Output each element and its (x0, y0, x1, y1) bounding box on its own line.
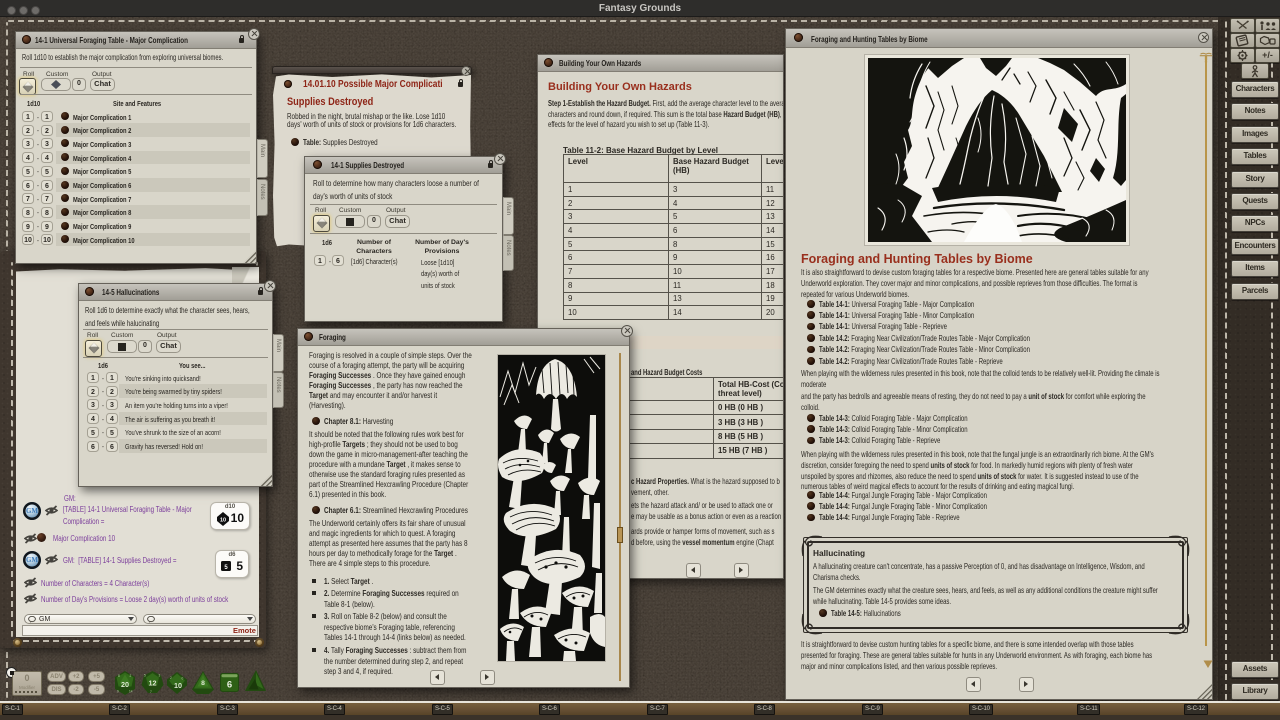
svg-text:6: 6 (227, 680, 232, 691)
svg-text:10: 10 (174, 681, 182, 690)
svg-text:0: 0 (182, 677, 184, 681)
svg-text:10: 10 (220, 518, 226, 524)
svg-text:5: 5 (144, 674, 146, 678)
svg-text:2: 2 (130, 674, 132, 678)
svg-text:3: 3 (159, 674, 161, 678)
svg-text:20: 20 (121, 680, 129, 689)
svg-text:2: 2 (170, 676, 172, 680)
svg-text:12: 12 (149, 679, 157, 688)
svg-text:8: 8 (118, 674, 120, 678)
svg-text:8: 8 (201, 680, 205, 687)
svg-text:7: 7 (150, 690, 152, 694)
svg-text:14: 14 (129, 690, 133, 694)
svg-text:9: 9 (117, 690, 119, 694)
